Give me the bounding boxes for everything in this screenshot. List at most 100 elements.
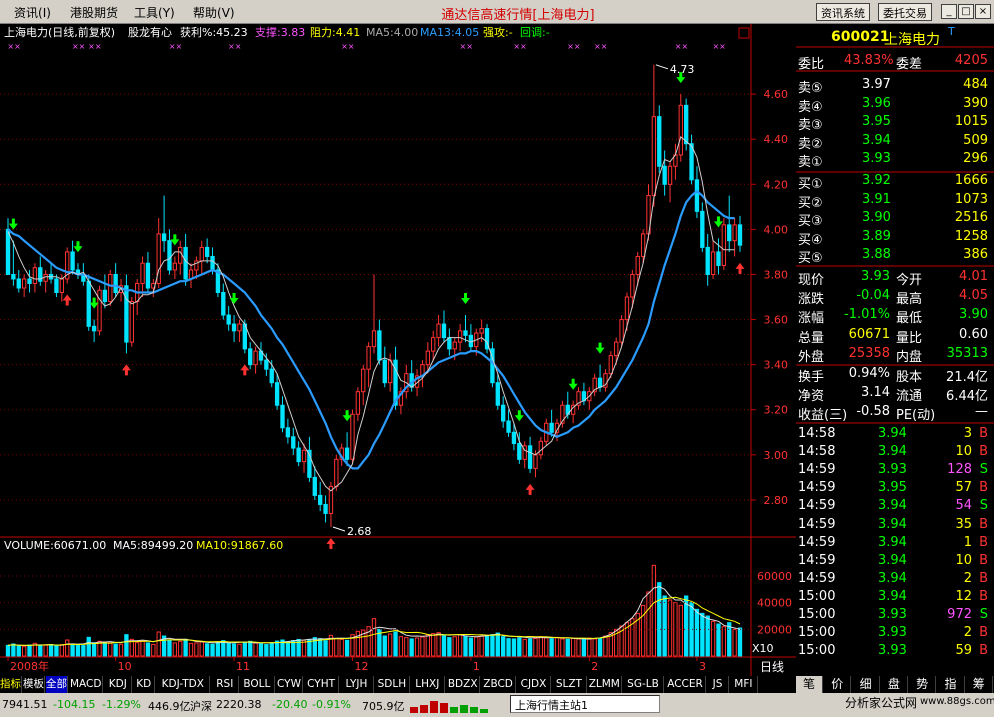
- panel-tab[interactable]: 价: [824, 676, 852, 693]
- panel-tab[interactable]: 筹: [965, 676, 993, 693]
- ask-label: 卖③: [798, 118, 823, 134]
- maximize-icon[interactable]: □: [958, 4, 974, 19]
- menu-tools[interactable]: 工具(Y): [134, 4, 175, 21]
- quote-label: 涨幅: [798, 311, 825, 327]
- quote-row: 总量 60671 量比 0.60: [796, 326, 994, 346]
- volume-bar: [188, 642, 194, 657]
- tick-row: 15:00 3.93 972 S: [796, 606, 994, 624]
- server-name[interactable]: 上海行情主站1: [510, 695, 660, 713]
- panel-tab[interactable]: 细: [852, 676, 880, 693]
- candle: [65, 247, 70, 284]
- quote-label: 外盘: [798, 349, 825, 365]
- ask-volume: 509: [963, 132, 988, 148]
- volume-bar: [420, 636, 425, 657]
- indicator-tab[interactable]: KDJ: [104, 676, 133, 693]
- volume-bar: [511, 638, 517, 657]
- tick-side: B: [979, 588, 988, 604]
- candle-body: [452, 341, 457, 350]
- candle-body: [624, 296, 630, 321]
- candle-body: [167, 240, 172, 271]
- candle-body: [501, 404, 506, 422]
- candle-body: [145, 262, 151, 289]
- tick-price: 3.94: [878, 588, 907, 604]
- indicator-tab[interactable]: BDZX: [446, 676, 481, 693]
- volume-bar: [237, 643, 242, 657]
- tick-price: 3.94: [878, 534, 907, 550]
- indicator-tab[interactable]: SG-LB: [623, 676, 664, 693]
- chart-title: 上海电力(日线,前复权): [4, 25, 115, 39]
- indicator-tab[interactable]: 全部: [46, 676, 68, 693]
- indicator-tab[interactable]: 指标: [0, 676, 22, 693]
- x-tick-label: 11: [236, 660, 250, 673]
- indicator-tab[interactable]: JS: [707, 676, 729, 693]
- tick-row: 14:59 3.93 128 S: [796, 461, 994, 479]
- candle-body: [382, 359, 387, 384]
- volume-bar: [592, 638, 597, 657]
- menu-help[interactable]: 帮助(V): [193, 4, 235, 21]
- indicator-tab[interactable]: CYW: [275, 676, 304, 693]
- indicator-tab[interactable]: 模板: [23, 676, 45, 693]
- quote-row: 涨跌 -0.04 最高 4.05: [796, 287, 994, 307]
- vol-tick-label: 40000: [757, 597, 792, 610]
- tick-side: S: [979, 498, 988, 514]
- signal-mark: ××: [88, 42, 101, 51]
- candle-body: [43, 273, 48, 282]
- candle-body: [355, 391, 361, 415]
- ma5-label: MA5:4.00: [366, 26, 418, 39]
- indicator-tab[interactable]: BOLL: [240, 676, 275, 693]
- volume-bar: [242, 641, 247, 657]
- candle-body: [737, 224, 743, 246]
- volume-bar: [318, 638, 323, 657]
- candle-body: [716, 251, 721, 266]
- stats-value: —: [975, 404, 988, 419]
- indicator-tab[interactable]: RSI: [211, 676, 240, 693]
- indicator-tab[interactable]: LHXJ: [410, 676, 445, 693]
- quote-label: 总量: [798, 330, 825, 346]
- menu-hk-futures[interactable]: 港股期货: [70, 4, 118, 21]
- signal-mark: ××: [7, 42, 20, 51]
- indicator-tab[interactable]: KD: [133, 676, 156, 693]
- indicator-tab[interactable]: CYHT: [304, 676, 339, 693]
- indicator-tab[interactable]: LYJH: [339, 676, 375, 693]
- tick-volume: 10: [955, 444, 972, 460]
- volume-bar: [59, 644, 64, 657]
- close-icon[interactable]: ×: [975, 4, 991, 19]
- tick-price: 3.94: [878, 570, 907, 586]
- candle-body: [318, 494, 323, 505]
- volume-bar: [156, 631, 161, 657]
- panel-tab[interactable]: 势: [909, 676, 937, 693]
- candle-body: [457, 330, 463, 343]
- panel-tab[interactable]: 笔: [796, 676, 823, 693]
- candle-body: [678, 104, 683, 156]
- tick-time: 15:00: [798, 607, 836, 622]
- menu-info[interactable]: 资讯(I): [14, 4, 51, 21]
- volume-bar: [140, 640, 145, 657]
- indicator-tab[interactable]: MFI: [730, 676, 758, 693]
- indicator-tab[interactable]: ZLMM: [587, 676, 622, 693]
- tick-volume: 54: [955, 498, 972, 514]
- volume-bar: [436, 632, 441, 657]
- indicator-tab[interactable]: KDJ-TDX: [156, 676, 211, 693]
- info-system-button[interactable]: 资讯系统: [816, 3, 870, 21]
- panel-tab[interactable]: 指: [937, 676, 965, 693]
- trade-button[interactable]: 委托交易: [878, 3, 932, 21]
- indicator-tab[interactable]: SDLH: [375, 676, 410, 693]
- tick-volume: 972: [947, 607, 972, 622]
- candle-body: [221, 292, 226, 316]
- indicator-tab[interactable]: ZBCD: [481, 676, 516, 693]
- candle-body: [296, 447, 301, 463]
- indicator-tab[interactable]: MACD: [69, 676, 104, 693]
- stats-label: 股本: [896, 370, 923, 385]
- candle-body: [651, 116, 657, 197]
- minimize-icon[interactable]: _: [941, 4, 957, 19]
- candle-body: [732, 224, 737, 242]
- indicator-tab[interactable]: ACCER: [665, 676, 706, 693]
- indicator-tab[interactable]: CJDX: [516, 676, 552, 693]
- stats-value: 3.14: [861, 385, 890, 400]
- panel-tab[interactable]: 盘: [880, 676, 908, 693]
- tick-time: 15:00: [798, 643, 836, 659]
- indicator-tab[interactable]: SLZT: [552, 676, 587, 693]
- quote-value: 3.90: [959, 307, 988, 323]
- candle: [129, 297, 134, 347]
- quote-panel: 600021 上海电力 T 委比 43.83% 委差 4205 卖⑤ 3.97 48…: [796, 24, 994, 676]
